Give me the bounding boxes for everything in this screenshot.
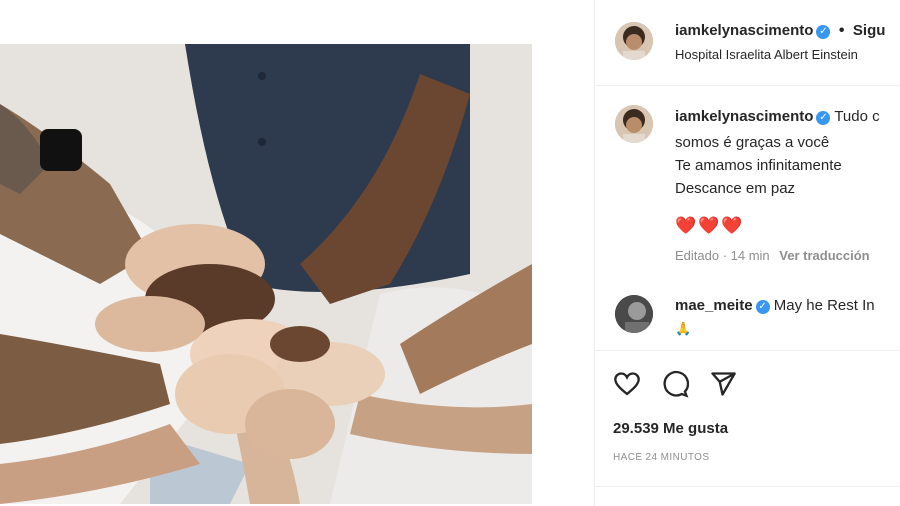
see-translation-button[interactable]: Ver traducción xyxy=(779,248,869,263)
caption-avatar[interactable] xyxy=(615,105,653,143)
author-username[interactable]: iamkelynascimento xyxy=(675,22,813,39)
verified-badge-icon: ✓ xyxy=(816,25,831,39)
comment-emoji: 🙏 xyxy=(675,321,692,336)
header-separator: • xyxy=(838,22,845,39)
edited-time: Editado · 14 min xyxy=(675,248,770,263)
heart-icon[interactable] xyxy=(613,370,641,398)
comment-icon[interactable] xyxy=(661,370,689,398)
author-avatar[interactable] xyxy=(615,22,653,60)
post-header: iamkelynascimento ✓ • Sigu xyxy=(675,22,885,40)
comment-text: May he Rest In xyxy=(773,297,875,314)
caption-text-start: Tudo c xyxy=(834,108,880,125)
post-photo-image xyxy=(0,44,532,504)
commenter-avatar[interactable] xyxy=(615,295,653,333)
caption-body: somos é graças a você Te amamos infinita… xyxy=(675,131,842,200)
caption-meta: Editado · 14 min Ver traducción xyxy=(675,248,870,263)
action-bar xyxy=(613,370,737,398)
post-timestamp: HACE 24 MINUTOS xyxy=(613,452,710,463)
caption-line: somos é graças a você xyxy=(675,134,830,151)
verified-badge-icon: ✓ xyxy=(755,300,770,314)
comment-row: mae_meite ✓ May he Rest In xyxy=(675,297,875,314)
caption-line: Descance em paz xyxy=(675,180,796,197)
caption-line: Te amamos infinitamente xyxy=(675,157,842,174)
post-location[interactable]: Hospital Israelita Albert Einstein xyxy=(675,47,858,62)
post-photo[interactable] xyxy=(0,44,532,504)
likes-count[interactable]: 29.539 Me gusta xyxy=(613,420,728,437)
post-side-panel: iamkelynascimento ✓ • Sigu Hospital Israe… xyxy=(595,0,900,506)
caption-username[interactable]: iamkelynascimento xyxy=(675,108,813,125)
verified-badge-icon: ✓ xyxy=(816,111,831,125)
comment-username[interactable]: mae_meite xyxy=(675,297,753,314)
caption-hearts: ❤️❤️❤️ xyxy=(675,216,745,235)
send-icon[interactable] xyxy=(709,370,737,398)
comments-divider xyxy=(595,350,900,351)
follow-button[interactable]: Sigu xyxy=(853,22,886,39)
header-divider xyxy=(595,85,900,86)
caption-first-line: iamkelynascimento ✓ Tudo c xyxy=(675,108,880,125)
footer-divider xyxy=(595,486,900,487)
